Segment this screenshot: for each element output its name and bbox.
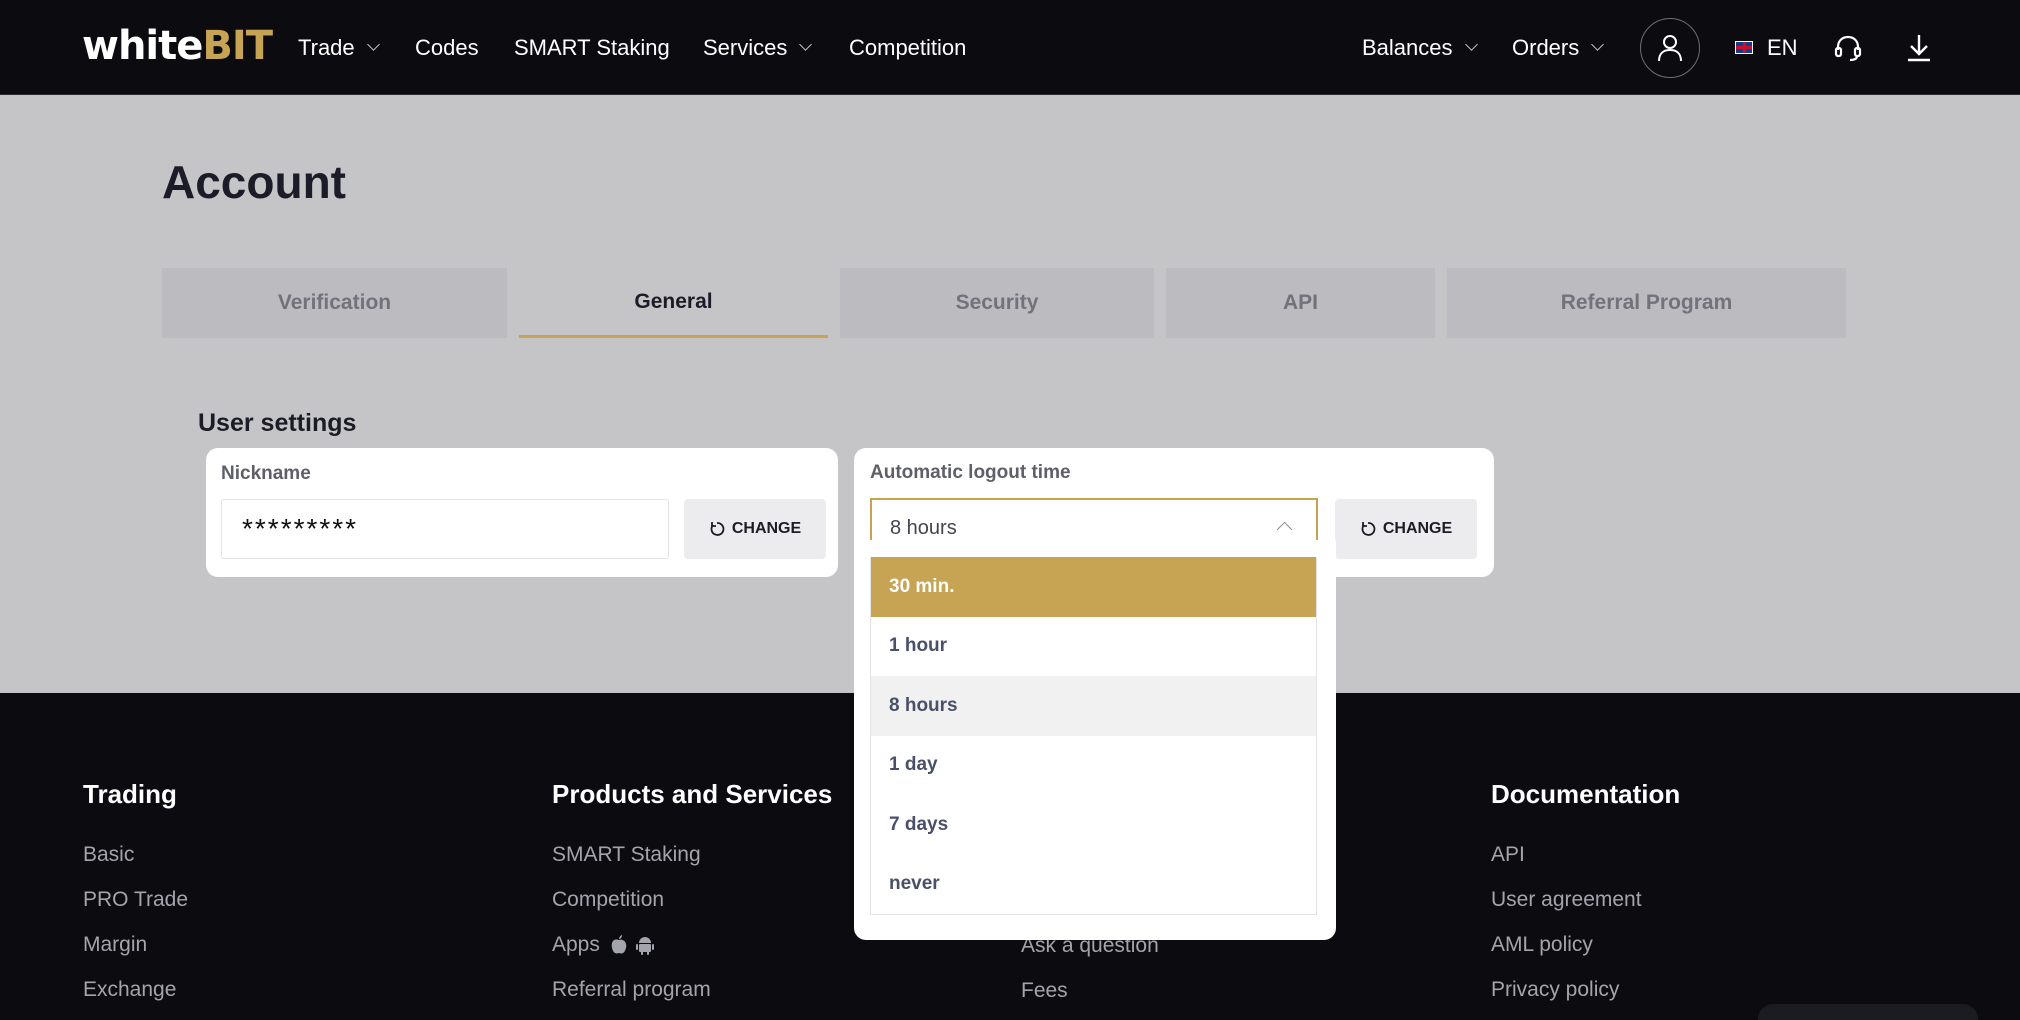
footer-link-margin[interactable]: Margin — [83, 922, 188, 967]
footer-heading-trading: Trading — [83, 779, 177, 809]
footer-col-documentation: Documentation API User agreement AML pol… — [1491, 779, 1680, 1012]
logout-time-label: Automatic logout time — [870, 462, 1071, 483]
logout-time-value: 8 hours — [890, 516, 957, 539]
footer-link-api[interactable]: API — [1491, 832, 1680, 877]
section-title: User settings — [198, 409, 357, 437]
chevron-down-icon — [799, 38, 813, 51]
tab-security-label: Security — [955, 291, 1039, 314]
refresh-icon — [710, 522, 725, 536]
footer-link-exchange[interactable]: Exchange — [83, 967, 188, 1012]
footer-col-trading: Trading Basic PRO Trade Margin Exchange — [83, 779, 188, 1012]
logout-time-change-button[interactable]: CHANGE — [1335, 499, 1477, 559]
nav-item-services[interactable]: Services — [703, 0, 813, 95]
footer-col-products: Products and Services SMART Staking Comp… — [552, 779, 832, 1012]
user-icon — [1658, 35, 1682, 62]
footer-link-aml-policy[interactable]: AML policy — [1491, 922, 1680, 967]
whitebit-logo[interactable]: whiteBIT — [82, 23, 273, 69]
chevron-down-icon — [366, 38, 380, 51]
dropdown-option-7-days[interactable]: 7 days — [871, 795, 1316, 855]
tab-referral-program-label: Referral Program — [1560, 291, 1733, 314]
dropdown-option-1-hour[interactable]: 1 hour — [871, 617, 1316, 677]
footer-link-privacy-policy[interactable]: Privacy policy — [1491, 967, 1680, 1012]
dropdown-option-1-day[interactable]: 1 day — [871, 736, 1316, 796]
android-icon — [635, 936, 654, 955]
refresh-icon — [1361, 522, 1376, 536]
nickname-label: Nickname — [221, 463, 311, 484]
nav-item-orders[interactable]: Orders — [1512, 0, 1605, 95]
nickname-card: Nickname ********* CHANGE — [206, 448, 838, 577]
tab-api-label: API — [1282, 291, 1318, 314]
nav-item-competition[interactable]: Competition — [849, 0, 966, 95]
page-title: Account — [162, 156, 346, 208]
footer-link-user-agreement[interactable]: User agreement — [1491, 877, 1680, 922]
footer-link-referral-program[interactable]: Referral program — [552, 967, 832, 1012]
nav-item-trade[interactable]: Trade — [298, 0, 380, 95]
tab-verification-label: Verification — [277, 291, 392, 314]
footer-link-basic[interactable]: Basic — [83, 832, 188, 877]
tab-security[interactable]: Security — [840, 268, 1154, 338]
footer-link-apps[interactable]: Apps — [552, 922, 832, 967]
tab-general-label: General — [634, 289, 713, 313]
chevron-down-icon — [1464, 38, 1478, 51]
download-app-button[interactable] — [1899, 28, 1939, 68]
nav-balances-label: Balances — [1362, 34, 1453, 60]
chevron-down-icon — [1591, 38, 1605, 51]
nav-services-label: Services — [703, 34, 788, 60]
footer-heading-documentation: Documentation — [1491, 779, 1681, 809]
dropdown-option-8-hours[interactable]: 8 hours — [871, 676, 1316, 736]
footer-apps-label: Apps — [552, 933, 600, 956]
nav-codes-label: Codes — [415, 34, 479, 60]
dropdown-option-never[interactable]: never — [871, 855, 1316, 915]
tab-general[interactable]: General — [519, 268, 828, 338]
footer-link-smart-staking[interactable]: SMART Staking — [552, 832, 832, 877]
nav-item-balances[interactable]: Balances — [1362, 0, 1478, 95]
support-button[interactable] — [1828, 28, 1868, 68]
logout-time-dropdown: 30 min. 1 hour 8 hours 1 day 7 days neve… — [854, 540, 1336, 940]
nav-item-codes[interactable]: Codes — [415, 0, 479, 95]
tab-api[interactable]: API — [1166, 268, 1435, 338]
apple-icon — [611, 934, 627, 953]
download-icon — [1908, 35, 1930, 62]
footer-link-fees[interactable]: Fees — [1021, 968, 1068, 1013]
nickname-input[interactable]: ********* — [221, 499, 669, 559]
flag-uk-icon — [1735, 41, 1753, 54]
chat-widget[interactable] — [1758, 1004, 1978, 1020]
dropdown-option-30-min[interactable]: 30 min. — [871, 557, 1316, 617]
top-navbar: whiteBIT Trade Codes SMART Staking Servi… — [0, 0, 2020, 95]
nav-smart-staking-label: SMART Staking — [514, 34, 670, 60]
nav-item-smart-staking[interactable]: SMART Staking — [514, 0, 670, 95]
language-label: EN — [1767, 34, 1798, 60]
headset-icon — [1834, 35, 1862, 62]
tab-verification[interactable]: Verification — [162, 268, 507, 338]
nav-competition-label: Competition — [849, 34, 967, 60]
footer-link-pro-trade[interactable]: PRO Trade — [83, 877, 188, 922]
logo-text-white: white — [82, 23, 203, 69]
footer-link-competition[interactable]: Competition — [552, 877, 832, 922]
dropdown-options-list: 30 min. 1 hour 8 hours 1 day 7 days neve… — [870, 557, 1317, 915]
nickname-change-button[interactable]: CHANGE — [684, 499, 826, 559]
tab-referral-program[interactable]: Referral Program — [1447, 268, 1846, 338]
nickname-change-label: CHANGE — [731, 520, 802, 537]
nav-orders-label: Orders — [1512, 34, 1580, 60]
language-selector[interactable]: EN — [1735, 0, 1798, 95]
logout-time-change-label: CHANGE — [1382, 520, 1453, 537]
footer-heading-products: Products and Services — [552, 779, 833, 809]
chevron-up-icon — [1276, 521, 1293, 538]
logo-text-bit: BIT — [202, 23, 273, 69]
profile-button[interactable] — [1640, 18, 1700, 78]
nav-trade-label: Trade — [298, 34, 355, 60]
